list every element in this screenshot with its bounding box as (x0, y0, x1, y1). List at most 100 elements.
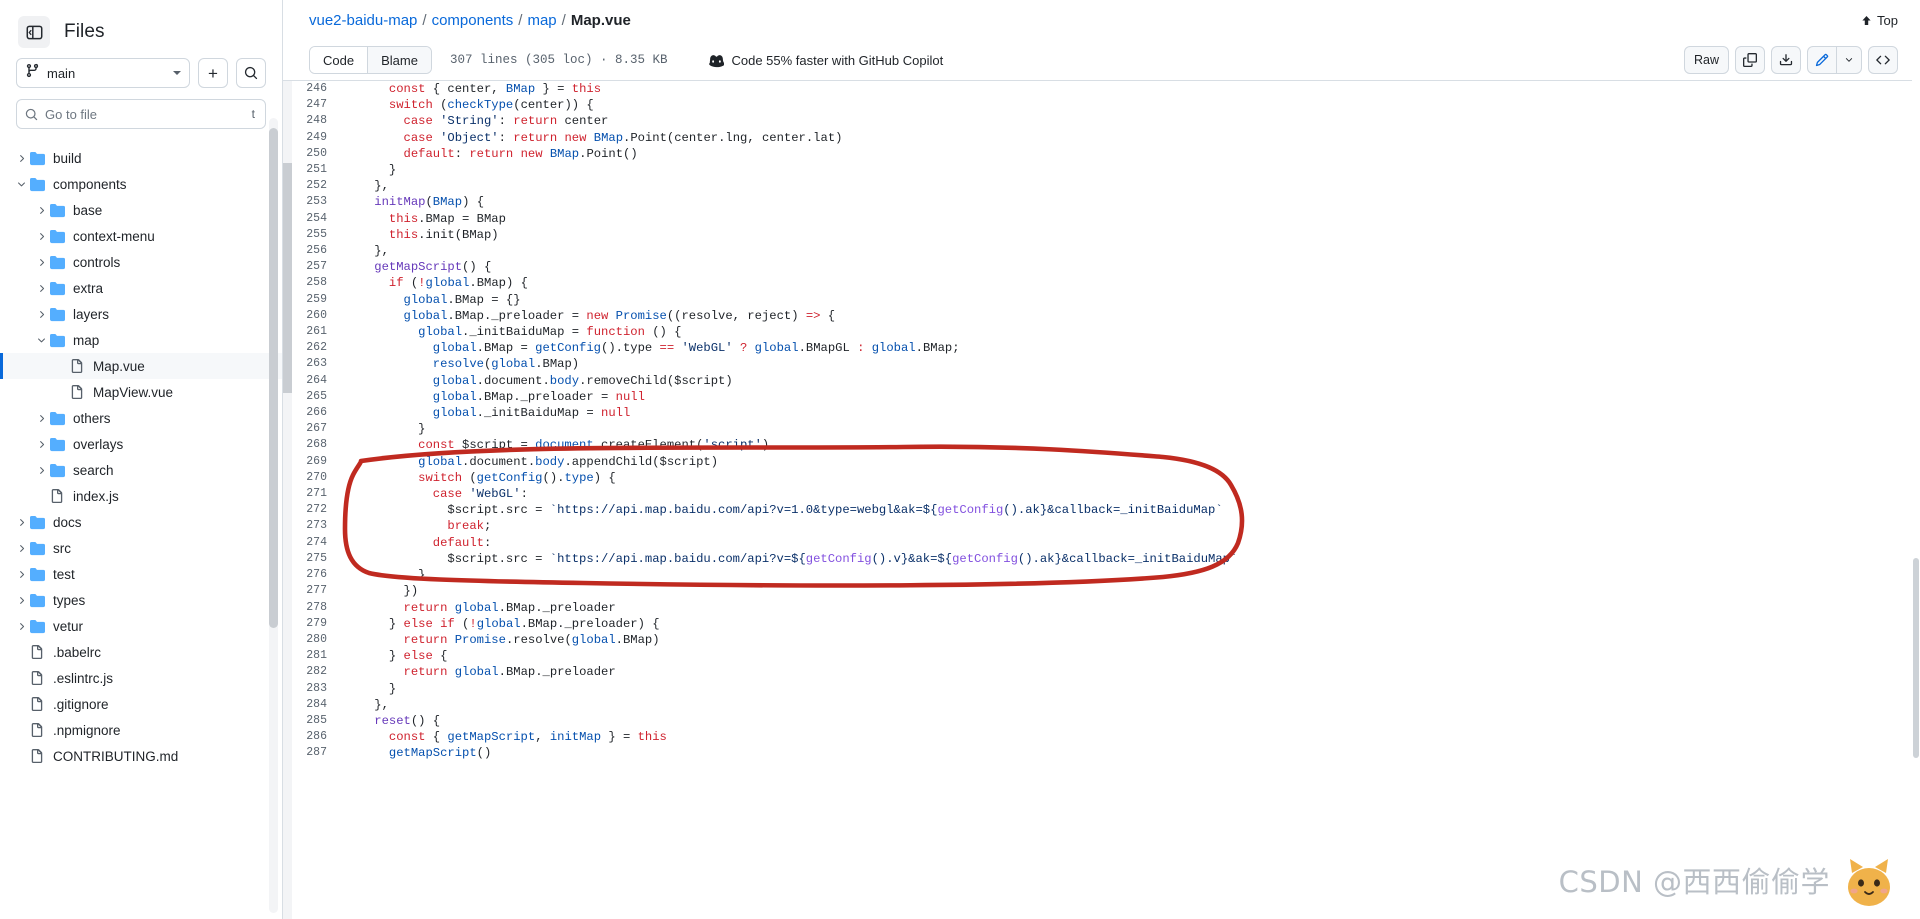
chevron-right-icon[interactable] (34, 203, 48, 217)
folder-icon (48, 411, 66, 426)
line-content: } else if (!global.BMap._preloader) { (345, 616, 660, 631)
code-line: 281 } else { (283, 648, 1920, 664)
tree-folder-test[interactable]: test (0, 561, 282, 587)
raw-button[interactable]: Raw (1683, 46, 1729, 74)
file-icon (28, 697, 46, 711)
code-scrollbar[interactable] (283, 81, 292, 919)
chevron-down-icon[interactable] (14, 177, 28, 191)
tree-folder-src[interactable]: src (0, 535, 282, 561)
breadcrumb-part-components[interactable]: components (432, 12, 514, 29)
code-line: 255 this.init(BMap) (283, 227, 1920, 243)
copy-button[interactable] (1735, 46, 1765, 74)
tree-file-contributing-md[interactable]: CONTRIBUTING.md (0, 743, 282, 769)
symbols-button[interactable] (1868, 46, 1898, 74)
edit-menu-button[interactable] (1837, 47, 1861, 73)
back-to-top-link[interactable]: Top (1861, 13, 1898, 28)
chevron-right-icon[interactable] (14, 151, 28, 165)
tab-blame[interactable]: Blame (368, 47, 431, 73)
chevron-right-icon[interactable] (34, 411, 48, 425)
breadcrumb-repo[interactable]: vue2-baidu-map (309, 12, 417, 29)
page-scrollbar-thumb[interactable] (1913, 558, 1919, 758)
tree-folder-overlays[interactable]: overlays (0, 431, 282, 457)
breadcrumb-part-map[interactable]: map (527, 12, 556, 29)
chevron-right-icon[interactable] (34, 229, 48, 243)
tree-folder-extra[interactable]: extra (0, 275, 282, 301)
folder-icon (29, 151, 45, 165)
line-content: } (345, 163, 397, 178)
edit-button[interactable] (1808, 47, 1836, 73)
chevron-right-icon[interactable] (34, 281, 48, 295)
tree-folder-map[interactable]: map (0, 327, 282, 353)
chevron-right-icon[interactable] (14, 593, 28, 607)
tree-file-index-js[interactable]: index.js (0, 483, 282, 509)
tree-folder-layers[interactable]: layers (0, 301, 282, 327)
sidebar-scrollbar[interactable] (269, 118, 278, 913)
tree-item-label: index.js (73, 488, 119, 504)
code-line: 265 global.BMap._preloader = null (283, 389, 1920, 405)
github-file-view: Files main + Go to file t build componen… (0, 0, 1920, 919)
tree-file-mapview-vue[interactable]: MapView.vue (0, 379, 282, 405)
chevron-right-icon[interactable] (34, 463, 48, 477)
tree-folder-types[interactable]: types (0, 587, 282, 613)
chevron-right-icon[interactable] (14, 541, 28, 555)
tree-file-gitignore[interactable]: .gitignore (0, 691, 282, 717)
tab-code[interactable]: Code (310, 47, 368, 73)
sidebar-scrollbar-thumb[interactable] (269, 128, 278, 628)
chevron-down-icon[interactable] (34, 333, 48, 347)
chevron-right-icon[interactable] (34, 437, 48, 451)
tree-item-label: test (53, 566, 75, 582)
code-line: 252 }, (283, 178, 1920, 194)
code-scrollbar-thumb[interactable] (283, 163, 292, 393)
tree-folder-controls[interactable]: controls (0, 249, 282, 275)
chevron-right-icon[interactable] (34, 255, 48, 269)
code-line: 275 $script.src = `https://api.map.baidu… (283, 551, 1920, 567)
tree-folder-search[interactable]: search (0, 457, 282, 483)
search-toggle-button[interactable] (236, 58, 266, 88)
folder-icon (49, 203, 65, 217)
page-scrollbar[interactable] (1912, 0, 1920, 919)
file-icon (48, 489, 66, 503)
code-line: 264 global.document.body.removeChild($sc… (283, 373, 1920, 389)
tree-file-npmignore[interactable]: .npmignore (0, 717, 282, 743)
chevron-right-icon[interactable] (34, 307, 48, 321)
go-to-file-input[interactable]: Go to file t (16, 99, 266, 129)
code-line: 284 }, (283, 697, 1920, 713)
folder-icon (29, 541, 45, 555)
copilot-promo[interactable]: Code 55% faster with GitHub Copilot (709, 53, 943, 68)
tree-file-eslintrc-js[interactable]: .eslintrc.js (0, 665, 282, 691)
code-line: 282 return global.BMap._preloader (283, 664, 1920, 680)
tree-folder-base[interactable]: base (0, 197, 282, 223)
tree-folder-docs[interactable]: docs (0, 509, 282, 535)
chevron-right-icon[interactable] (14, 515, 28, 529)
code-line: 261 global._initBaiduMap = function () { (283, 324, 1920, 340)
download-button[interactable] (1771, 46, 1801, 74)
add-file-button[interactable]: + (198, 58, 228, 88)
code-line: 249 case 'Object': return new BMap.Point… (283, 130, 1920, 146)
branch-row: main + (0, 58, 282, 88)
folder-icon (28, 515, 46, 530)
chevron-right-icon[interactable] (14, 619, 28, 633)
code-line: 251 } (283, 162, 1920, 178)
code-line: 246 const { center, BMap } = this (283, 81, 1920, 97)
tree-item-label: components (53, 176, 127, 192)
folder-icon (48, 255, 66, 270)
code-line: 258 if (!global.BMap) { (283, 275, 1920, 291)
line-content: }, (345, 244, 389, 259)
tree-folder-build[interactable]: build (0, 145, 282, 171)
line-content: global.BMap._preloader = new Promise((re… (403, 308, 836, 323)
code-line: 266 global._initBaiduMap = null (283, 405, 1920, 421)
tree-file-map-vue[interactable]: Map.vue (0, 353, 282, 379)
folder-icon (29, 619, 45, 633)
tree-folder-context-menu[interactable]: context-menu (0, 223, 282, 249)
chevron-right-icon[interactable] (14, 567, 28, 581)
tree-folder-vetur[interactable]: vetur (0, 613, 282, 639)
sidebar-collapse-icon[interactable] (18, 16, 50, 48)
tree-folder-others[interactable]: others (0, 405, 282, 431)
copilot-icon (709, 54, 725, 67)
branch-selector[interactable]: main (16, 58, 190, 88)
tree-file-babelrc[interactable]: .babelrc (0, 639, 282, 665)
tree-folder-components[interactable]: components (0, 171, 282, 197)
folder-icon (49, 437, 65, 451)
